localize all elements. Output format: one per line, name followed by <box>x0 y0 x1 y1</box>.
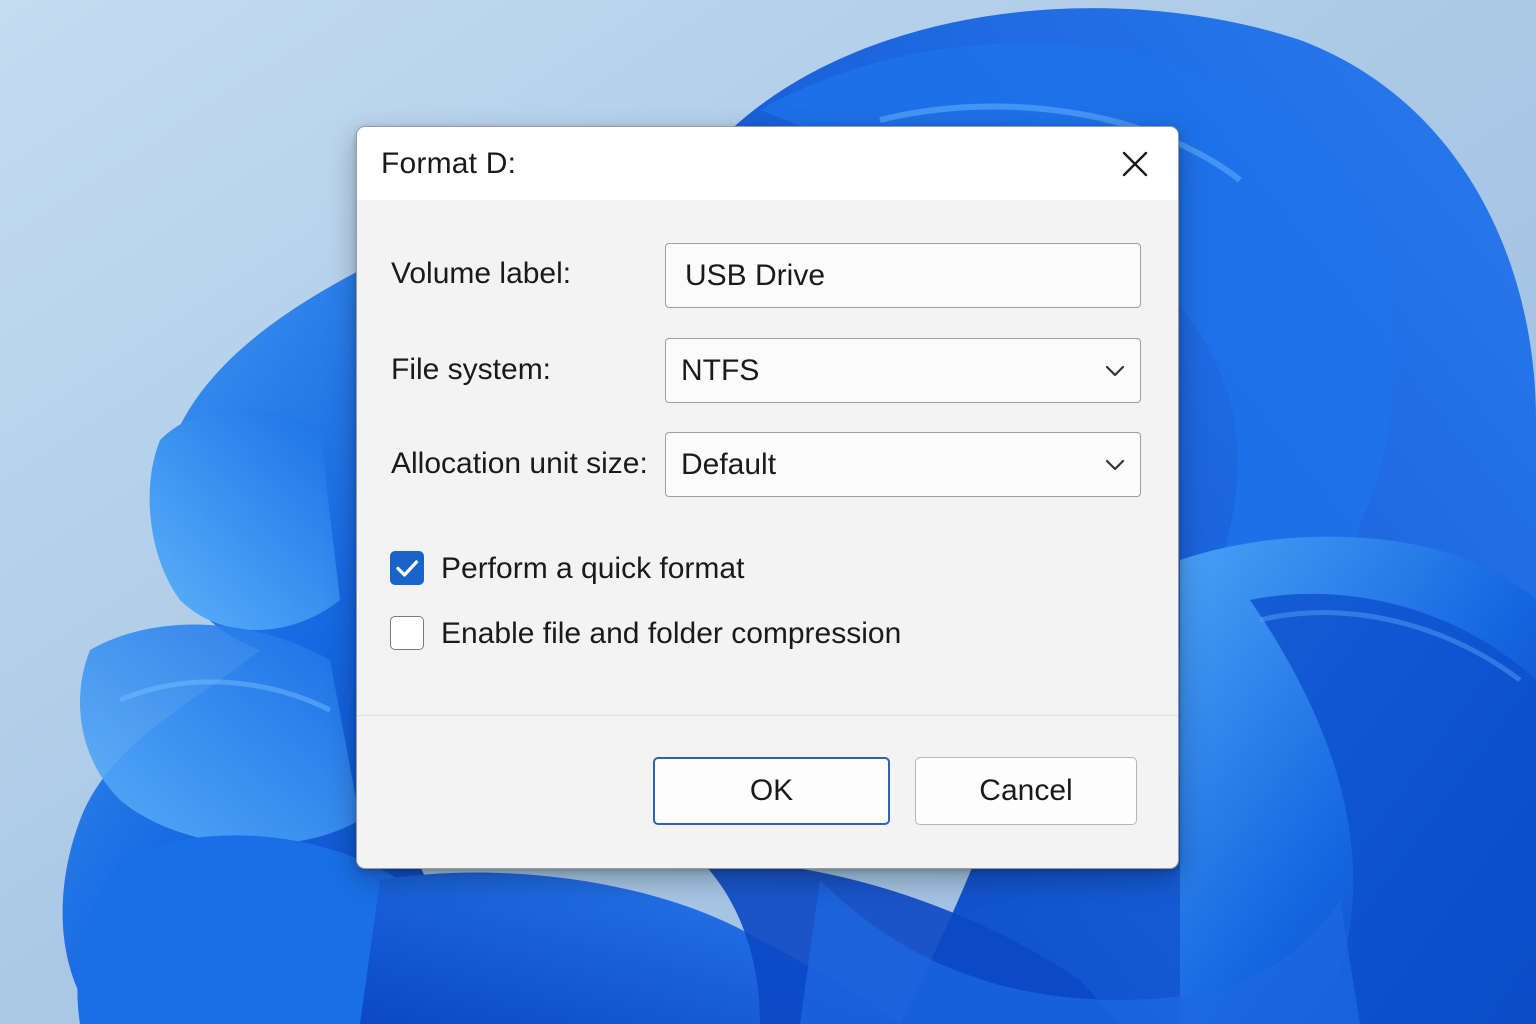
quick-format-label[interactable]: Perform a quick format <box>441 552 744 586</box>
cancel-button-label: Cancel <box>979 774 1073 807</box>
ok-button-label: OK <box>749 774 794 807</box>
chevron-down-icon <box>1105 365 1125 376</box>
close-button[interactable] <box>1110 139 1160 189</box>
volume-label-input[interactable]: USB Drive <box>665 243 1141 308</box>
file-system-dropdown[interactable]: NTFS <box>665 338 1141 403</box>
checkmark-icon <box>396 560 419 577</box>
volume-label-value: USB Drive <box>685 258 826 292</box>
allocation-unit-size-dropdown[interactable]: Default <box>665 432 1141 497</box>
cancel-button[interactable]: Cancel <box>915 757 1137 825</box>
quick-format-checkbox[interactable] <box>390 551 424 585</box>
dialog-titlebar[interactable]: Format D: <box>357 127 1178 200</box>
format-dialog: Format D: Volume label: USB Drive File s… <box>356 126 1179 869</box>
allocation-unit-size-value: Default <box>681 447 777 481</box>
volume-label-label: Volume label: <box>391 257 572 290</box>
compression-label[interactable]: Enable file and folder compression <box>441 617 901 651</box>
close-icon <box>1122 151 1148 177</box>
footer-divider <box>357 715 1178 716</box>
compression-checkbox[interactable] <box>390 616 424 650</box>
file-system-value: NTFS <box>681 353 760 387</box>
dialog-title: Format D: <box>381 147 517 180</box>
chevron-down-icon <box>1105 459 1125 470</box>
ok-button[interactable]: OK <box>653 757 890 825</box>
allocation-unit-size-label: Allocation unit size: <box>391 447 648 480</box>
file-system-label: File system: <box>391 353 552 386</box>
